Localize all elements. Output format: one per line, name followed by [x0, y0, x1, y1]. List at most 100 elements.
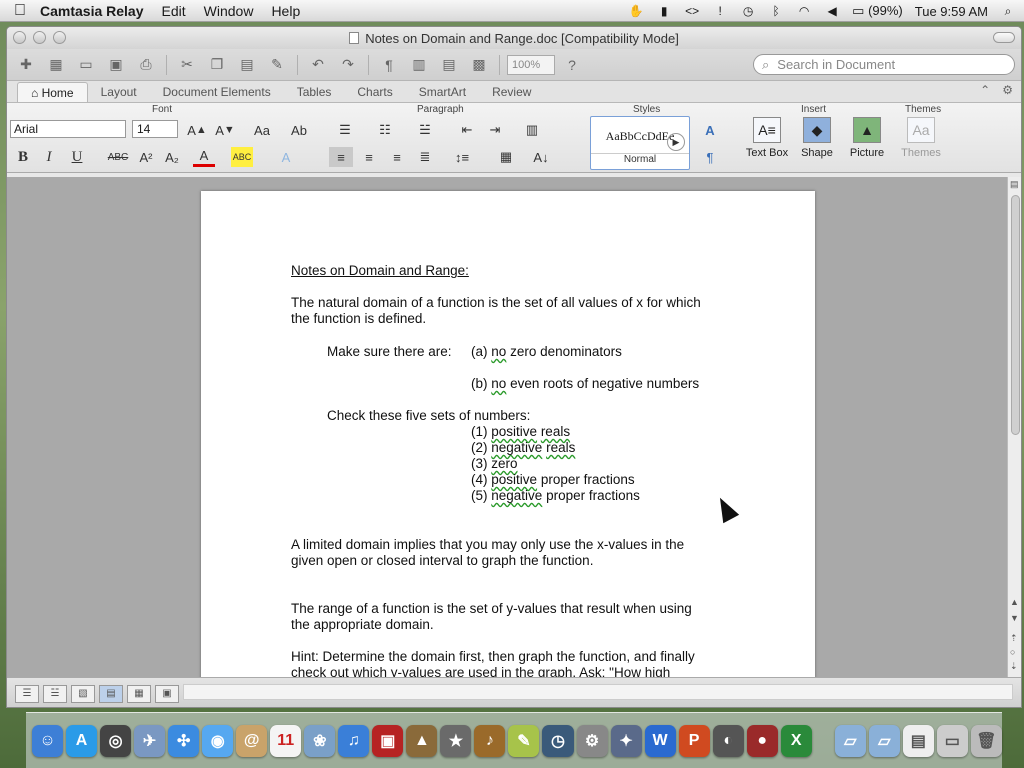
document-stack-icon[interactable]: ▤ — [902, 724, 934, 757]
network-drive-icon[interactable]: ▭ — [936, 724, 968, 757]
utility-icon[interactable]: ✦ — [610, 724, 642, 757]
insert-shape-button[interactable]: ◆ Shape — [791, 117, 843, 167]
app-store-icon[interactable]: A — [66, 724, 98, 757]
sidebar-icon[interactable]: ▥ — [406, 54, 432, 76]
tab-home[interactable]: ⌂ Home — [17, 82, 88, 102]
grow-font-icon[interactable]: A ▲ — [185, 120, 209, 140]
wifi-icon[interactable]: ◠ — [796, 4, 812, 18]
applications-folder-icon[interactable]: ▱ — [834, 724, 866, 757]
menu-help[interactable]: Help — [271, 3, 300, 19]
time-machine-dock-icon[interactable]: ◷ — [542, 724, 574, 757]
clock[interactable]: Tue 9:59 AM — [915, 4, 988, 19]
tab-charts[interactable]: Charts — [344, 82, 405, 102]
close-button[interactable] — [13, 31, 26, 44]
print-icon[interactable]: ⎙ — [133, 54, 159, 76]
italic-icon[interactable]: I — [39, 147, 59, 167]
undo-icon[interactable]: ↶ — [305, 54, 331, 76]
bold-icon[interactable]: B — [13, 147, 33, 167]
insert-text-box-button[interactable]: A≡ Text Box — [741, 117, 793, 167]
previous-page-icon[interactable]: ⇡ — [1010, 633, 1018, 644]
templates-icon[interactable]: ▦ — [43, 54, 69, 76]
copy-icon[interactable]: ❐ — [204, 54, 230, 76]
tab-layout[interactable]: Layout — [88, 82, 150, 102]
safari-icon[interactable]: ✣ — [168, 724, 200, 757]
itunes-icon[interactable]: ♫ — [338, 724, 370, 757]
toolbox-icon[interactable]: ▩ — [466, 54, 492, 76]
themes-button[interactable]: Aa Themes — [895, 117, 947, 167]
styles-pane-icon[interactable]: ¶ — [697, 147, 723, 167]
photo-booth-icon[interactable]: ▣ — [372, 724, 404, 757]
next-page-icon[interactable]: ⇣ — [1010, 661, 1018, 672]
tab-smartart[interactable]: SmartArt — [406, 82, 479, 102]
imovie-icon[interactable]: ★ — [440, 724, 472, 757]
superscript-icon[interactable]: A² — [135, 147, 157, 167]
draft-view-button[interactable]: ☰ — [15, 684, 39, 703]
styles-next-icon[interactable]: ▶ — [667, 133, 685, 151]
hand-icon[interactable]: ✋ — [628, 4, 644, 18]
vertical-scrollbar[interactable]: ▤ ▲ ▼ ⇡ ○ ⇣ — [1007, 177, 1021, 677]
zoom-button[interactable] — [53, 31, 66, 44]
increase-indent-icon[interactable]: ⇥ — [483, 120, 507, 140]
scroll-down-icon[interactable]: ▼ — [1010, 613, 1019, 623]
garageband-icon[interactable]: ♪ — [474, 724, 506, 757]
multilevel-list-icon[interactable]: ☱ — [411, 120, 439, 140]
save-icon[interactable]: ▣ — [103, 54, 129, 76]
iphoto-icon[interactable]: ▲ — [406, 724, 438, 757]
borders-icon[interactable]: ▦ — [491, 147, 521, 167]
new-document-icon[interactable]: ✚ — [13, 54, 39, 76]
subscript-icon[interactable]: A₂ — [161, 147, 183, 167]
redo-icon[interactable]: ↷ — [335, 54, 361, 76]
clear-formatting-icon[interactable]: Ab — [287, 120, 311, 140]
columns-icon[interactable]: ▥ — [517, 120, 547, 140]
print-layout-view-button[interactable]: ▤ — [99, 684, 123, 703]
outline-view-button[interactable]: ☱ — [43, 684, 67, 703]
document-page[interactable]: Notes on Domain and Range: The natural d… — [201, 191, 815, 677]
camtasia-relay-icon[interactable]: ◐ — [712, 724, 744, 757]
menu-edit[interactable]: Edit — [162, 3, 186, 19]
ribbon-settings-icon[interactable]: ⚙ — [1002, 83, 1013, 97]
powerpoint-icon[interactable]: P — [678, 724, 710, 757]
align-left-icon[interactable]: ≡ — [329, 147, 353, 167]
menu-app-name[interactable]: Camtasia Relay — [40, 3, 144, 19]
font-color-icon[interactable]: A — [193, 147, 215, 167]
pilcrow-icon[interactable]: ¶ — [376, 54, 402, 76]
trash-icon[interactable]: 🗑 — [970, 724, 1002, 757]
record-icon[interactable]: ▮ — [656, 4, 672, 18]
font-name-select[interactable]: Arial — [10, 120, 126, 138]
cut-icon[interactable]: ✂ — [174, 54, 200, 76]
help-icon[interactable]: ? — [559, 54, 585, 76]
bullets-icon[interactable]: ☰ — [331, 120, 359, 140]
word-icon[interactable]: W — [644, 724, 676, 757]
shrink-font-icon[interactable]: A ▼ — [213, 120, 237, 140]
font-size-select[interactable]: 14 — [132, 120, 178, 138]
menu-window[interactable]: Window — [204, 3, 254, 19]
numbering-icon[interactable]: ☷ — [371, 120, 399, 140]
publishing-view-button[interactable]: ▧ — [71, 684, 95, 703]
time-machine-icon[interactable]: ◷ — [740, 4, 756, 18]
dashboard-icon[interactable]: ◎ — [100, 724, 132, 757]
highlight-icon[interactable]: ABC — [231, 147, 253, 167]
bluetooth-icon[interactable]: ᛒ — [768, 4, 784, 18]
document-area[interactable]: Notes on Domain and Range: The natural d… — [7, 177, 1007, 677]
horizontal-scrollbar[interactable] — [183, 684, 1013, 700]
zoom-select[interactable]: 100% — [507, 54, 555, 75]
tab-tables[interactable]: Tables — [284, 82, 345, 102]
collapse-ribbon-icon[interactable]: ⌃ — [980, 83, 990, 97]
text-styles-icon[interactable]: A — [697, 120, 723, 140]
align-center-icon[interactable]: ≡ — [357, 147, 381, 167]
minimize-button[interactable] — [33, 31, 46, 44]
scroll-up-icon[interactable]: ▲ — [1010, 597, 1019, 607]
battery-status[interactable]: ▭ (99%) — [852, 3, 903, 19]
scroll-thumb[interactable] — [1011, 195, 1020, 435]
volume-icon[interactable]: ◀ — [824, 4, 840, 18]
open-icon[interactable]: ▭ — [73, 54, 99, 76]
text-effects-icon[interactable]: A — [275, 147, 297, 167]
mail-stamp-icon[interactable]: ✈ — [134, 724, 166, 757]
finder-icon[interactable]: ☺ — [32, 724, 64, 757]
documents-folder-icon[interactable]: ▱ — [868, 724, 900, 757]
paste-icon[interactable]: ▤ — [234, 54, 260, 76]
sort-icon[interactable]: A↓ — [529, 147, 553, 167]
gallery-icon[interactable]: ▤ — [436, 54, 462, 76]
system-preferences-icon[interactable]: ⚙ — [576, 724, 608, 757]
alert-icon[interactable]: ! — [712, 4, 728, 18]
